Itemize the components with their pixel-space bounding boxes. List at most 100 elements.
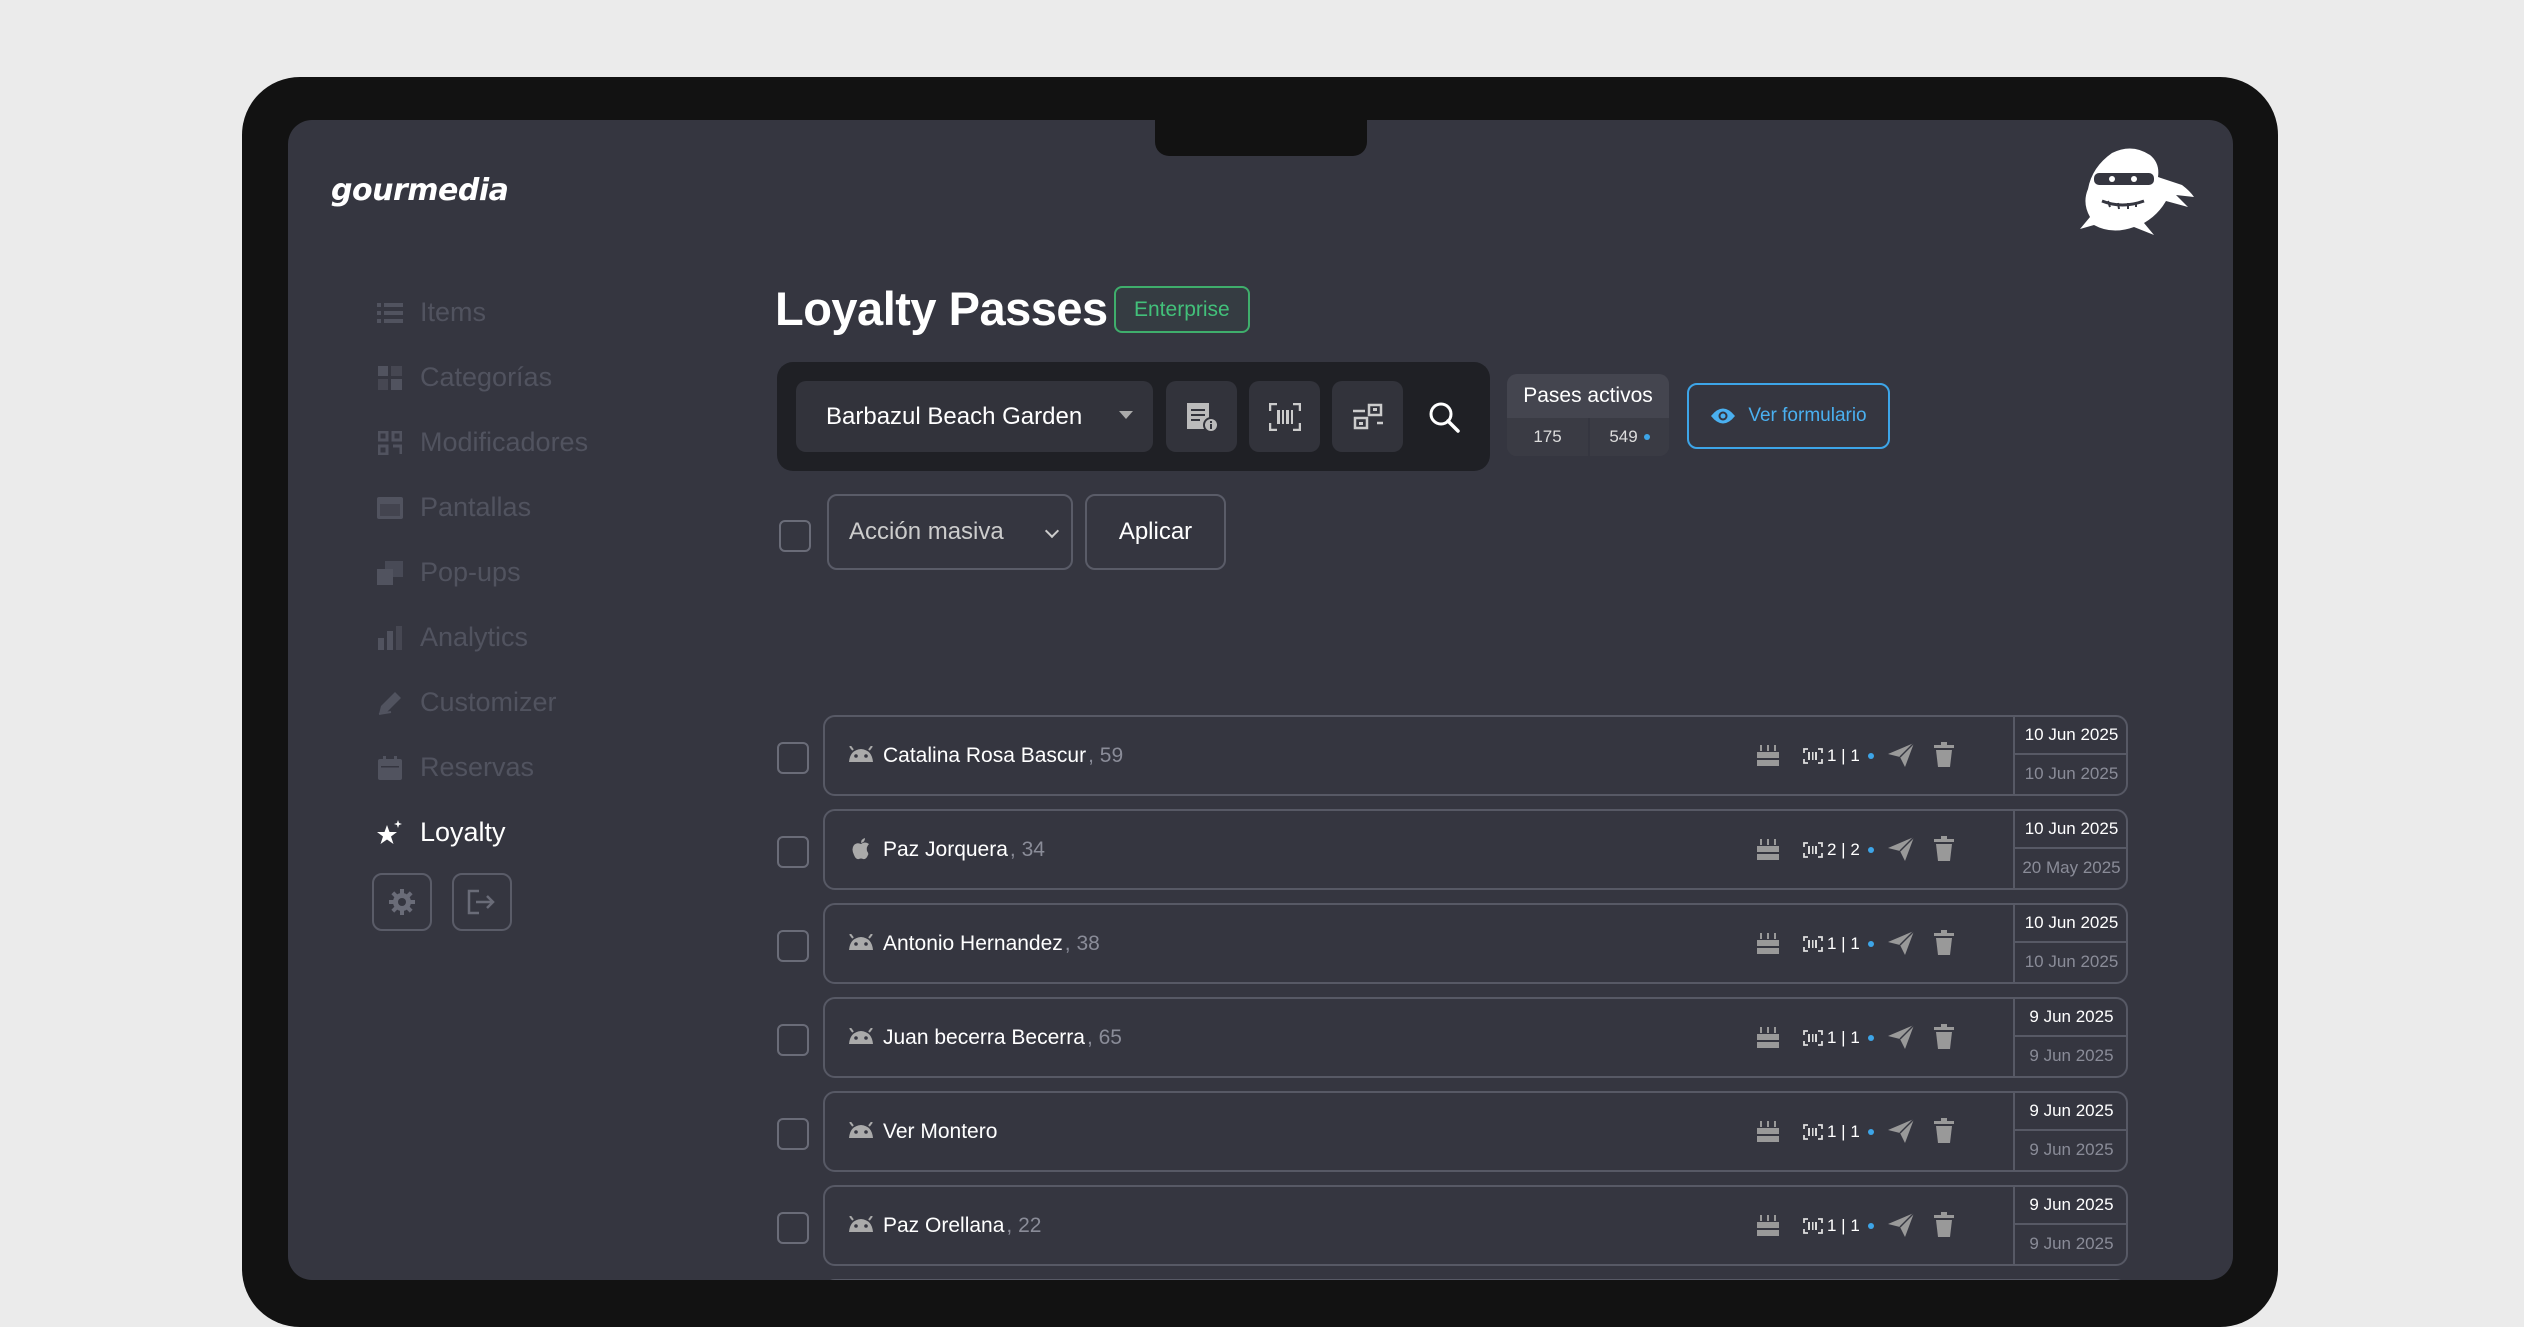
birthday-cake-icon[interactable] — [1755, 1212, 1781, 1243]
birthday-cake-icon[interactable] — [1755, 1118, 1781, 1149]
barcode-icon — [1803, 1217, 1823, 1234]
trash-icon[interactable] — [1933, 1118, 1955, 1149]
send-icon[interactable] — [1887, 1212, 1915, 1243]
pencil-icon — [376, 690, 404, 716]
birthday-cake-icon[interactable] — [1755, 836, 1781, 867]
sidebar-item-items[interactable]: Items — [376, 280, 676, 345]
android-icon — [847, 933, 875, 960]
report-info-button[interactable] — [1166, 381, 1237, 452]
row-checkbox[interactable] — [777, 1118, 809, 1150]
view-form-button[interactable]: Ver formulario — [1687, 383, 1890, 449]
settings-button[interactable] — [372, 873, 432, 931]
trash-icon[interactable] — [1933, 742, 1955, 773]
pass-holder-name: Ver Montero — [883, 1119, 998, 1143]
barcode-icon — [1803, 935, 1823, 952]
transfer-button[interactable] — [1332, 381, 1403, 452]
pass-holder-age: , 22 — [1006, 1213, 1042, 1237]
venue-select[interactable]: Barbazul Beach Garden — [796, 381, 1153, 452]
active-passes-count-1: 175 — [1507, 418, 1588, 456]
send-icon[interactable] — [1887, 1024, 1915, 1055]
bulk-action-value: Acción masiva — [849, 518, 1004, 545]
search-button[interactable] — [1408, 381, 1479, 452]
counts-value: 1 | 1 — [1827, 933, 1860, 953]
sidebar-item-customizer[interactable]: Customizer — [376, 670, 676, 735]
apply-button[interactable]: Aplicar — [1085, 494, 1226, 570]
trash-icon[interactable] — [1933, 836, 1955, 867]
date-updated: 10 Jun 2025 — [2015, 717, 2128, 755]
mascot-logo — [2080, 148, 2194, 235]
table-row[interactable]: Paz Jorquera, 34 2 | 2 10 Jun 2025 20 May 2… — [823, 809, 2128, 890]
send-icon[interactable] — [1887, 836, 1915, 867]
barcode-icon — [1803, 1029, 1823, 1046]
pass-dates: 9 Jun 2025 9 Jun 2025 — [2013, 1093, 2128, 1170]
row-checkbox[interactable] — [777, 930, 809, 962]
send-icon[interactable] — [1887, 1118, 1915, 1149]
android-icon — [847, 1215, 875, 1242]
row-checkbox[interactable] — [777, 836, 809, 868]
status-dot — [1867, 846, 1874, 853]
sidebar-item-modificadores[interactable]: Modificadores — [376, 410, 676, 475]
pass-holder: Juan becerra Becerra , 65 — [883, 999, 1122, 1076]
date-updated: 9 Jun 2025 — [2015, 1187, 2128, 1225]
date-updated: 9 Jun 2025 — [2015, 1093, 2128, 1131]
table-row[interactable]: Samanta Magnan, 481 | 19 Jun 20259 Jun 2… — [823, 1279, 2128, 1280]
birthday-cake-icon[interactable] — [1755, 1024, 1781, 1055]
sidebar-item-categorias[interactable]: Categorías — [376, 345, 676, 410]
camera-notch — [1155, 120, 1367, 156]
count-value: 549 — [1609, 427, 1638, 446]
sidebar-item-reservas[interactable]: Reservas — [376, 735, 676, 800]
sidebar-item-pantallas[interactable]: Pantallas — [376, 475, 676, 540]
table-row[interactable]: Antonio Hernandez, 38 1 | 1 10 Jun 2025 10 … — [823, 903, 2128, 984]
sidebar-actions — [372, 873, 512, 931]
view-form-label: Ver formulario — [1748, 405, 1867, 426]
row-checkbox[interactable] — [777, 1212, 809, 1244]
table-row[interactable]: Juan becerra Becerra , 65 1 | 1 9 Jun 2025… — [823, 997, 2128, 1078]
sidebar-item-label: Customizer — [420, 687, 557, 717]
send-icon[interactable] — [1887, 742, 1915, 773]
sidebar-item-analytics[interactable]: Analytics — [376, 605, 676, 670]
chevron-down-icon — [1044, 523, 1060, 539]
pass-dates: 10 Jun 2025 20 May 2025 — [2013, 811, 2128, 888]
sidebar-item-label: Categorías — [420, 362, 553, 392]
pass-holder-age: , 38 — [1064, 931, 1100, 955]
row-checkbox[interactable] — [777, 742, 809, 774]
calendar-icon — [376, 755, 404, 781]
row-checkbox[interactable] — [777, 1024, 809, 1056]
date-updated: 10 Jun 2025 — [2015, 811, 2128, 849]
plan-badge: Enterprise — [1114, 286, 1250, 333]
birthday-cake-icon[interactable] — [1755, 930, 1781, 961]
gear-icon — [389, 889, 415, 915]
pass-holder-name: Catalina Rosa Bascur — [883, 743, 1087, 767]
pass-holder: Ver Montero — [883, 1093, 999, 1170]
send-icon[interactable] — [1887, 930, 1915, 961]
sidebar-item-loyalty[interactable]: Loyalty — [376, 800, 676, 865]
pass-counts: 2 | 2 — [1803, 811, 1874, 888]
date-updated: 9 Jun 2025 — [2015, 999, 2128, 1037]
pass-dates: 10 Jun 2025 10 Jun 2025 — [2013, 717, 2128, 794]
sidebar-item-label: Reservas — [420, 752, 535, 782]
screen-icon — [376, 495, 404, 521]
sidebar-item-popups[interactable]: Pop-ups — [376, 540, 676, 605]
trash-icon[interactable] — [1933, 1024, 1955, 1055]
sidebar-item-label: Modificadores — [420, 427, 589, 457]
android-icon — [847, 1121, 875, 1148]
table-row[interactable]: Paz Orellana, 22 1 | 19 Jun 2025 9 Jun 202… — [823, 1185, 2128, 1266]
pass-dates: 10 Jun 2025 10 Jun 2025 — [2013, 905, 2128, 982]
select-all-checkbox[interactable] — [779, 520, 811, 552]
table-row[interactable]: Catalina Rosa Bascur, 59 1 | 1 10 Jun 2025… — [823, 715, 2128, 796]
trash-icon[interactable] — [1933, 930, 1955, 961]
sidebar-item-label: Pantallas — [420, 492, 532, 522]
barcode-icon — [1803, 1123, 1823, 1140]
barcode-icon — [1268, 402, 1301, 431]
pass-holder: Catalina Rosa Bascur, 59 — [883, 717, 1123, 794]
pass-dates: 9 Jun 2025 9 Jun 2025 — [2013, 1187, 2128, 1264]
logout-button[interactable] — [452, 873, 512, 931]
counts-value: 1 | 1 — [1827, 1027, 1860, 1047]
barcode-button[interactable] — [1249, 381, 1320, 452]
bulk-action-select[interactable]: Acción masiva — [827, 494, 1073, 570]
table-row[interactable]: Ver Montero 1 | 1 9 Jun 2025 9 Jun 2025 — [823, 1091, 2128, 1172]
list-icon — [376, 300, 404, 326]
pass-counts: 1 | 1 — [1803, 999, 1874, 1076]
trash-icon[interactable] — [1933, 1212, 1955, 1243]
birthday-cake-icon[interactable] — [1755, 742, 1781, 773]
